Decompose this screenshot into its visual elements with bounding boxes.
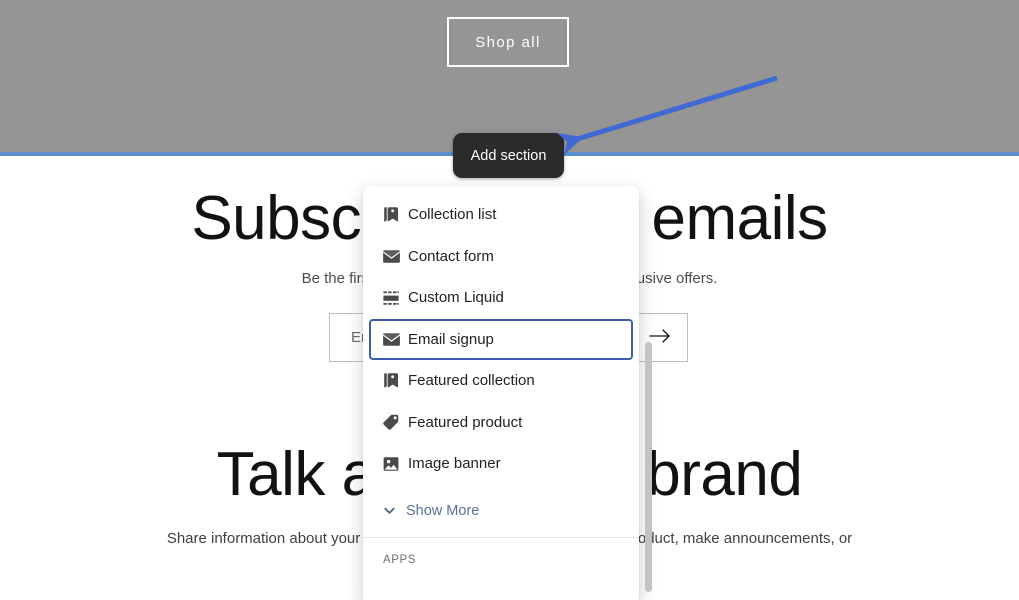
image-icon bbox=[377, 452, 405, 476]
chevron-down-icon bbox=[375, 500, 403, 522]
hero-banner-section: Shop all bbox=[0, 0, 1019, 152]
section-option-email-signup[interactable]: Email signup bbox=[369, 318, 633, 360]
dashed-block-icon bbox=[377, 286, 405, 310]
envelope-icon bbox=[377, 244, 405, 268]
newsletter-submit-button[interactable] bbox=[633, 314, 687, 361]
section-type-list: Collection list Contact form Custom Liquid… bbox=[363, 186, 639, 491]
section-option-label: Featured product bbox=[408, 413, 523, 431]
add-section-button[interactable]: Add section bbox=[453, 133, 564, 178]
section-option-image-banner[interactable]: Image banner bbox=[369, 443, 633, 485]
section-option-label: Email signup bbox=[408, 330, 494, 348]
show-more-button[interactable]: Show More bbox=[369, 491, 633, 531]
show-more-label: Show More bbox=[406, 502, 480, 519]
collection-tag-icon bbox=[377, 203, 405, 227]
envelope-icon bbox=[377, 327, 405, 351]
shop-all-button[interactable]: Shop all bbox=[447, 17, 569, 67]
section-option-featured-collection[interactable]: Featured collection bbox=[369, 360, 633, 402]
section-option-custom-liquid[interactable]: Custom Liquid bbox=[369, 277, 633, 319]
section-option-collection-list[interactable]: Collection list bbox=[369, 194, 633, 236]
add-section-dropdown-panel: Collection list Contact form Custom Liquid… bbox=[363, 186, 639, 600]
section-option-label: Custom Liquid bbox=[408, 289, 504, 307]
price-tag-icon bbox=[377, 410, 405, 434]
section-option-label: Image banner bbox=[408, 455, 501, 473]
section-option-label: Contact form bbox=[408, 247, 494, 265]
section-option-contact-form[interactable]: Contact form bbox=[369, 236, 633, 278]
apps-section-heading: APPS bbox=[383, 553, 417, 566]
section-option-label: Featured collection bbox=[408, 372, 535, 390]
storefront-editor-preview: Shop all Subscribe to our emails Be the … bbox=[0, 0, 1019, 600]
panel-scrollbar-thumb[interactable] bbox=[645, 342, 652, 592]
collection-tag-icon bbox=[377, 369, 405, 393]
section-option-featured-product[interactable]: Featured product bbox=[369, 402, 633, 444]
section-option-label: Collection list bbox=[408, 206, 497, 224]
apps-empty-message: No app blocks found bbox=[363, 566, 639, 600]
